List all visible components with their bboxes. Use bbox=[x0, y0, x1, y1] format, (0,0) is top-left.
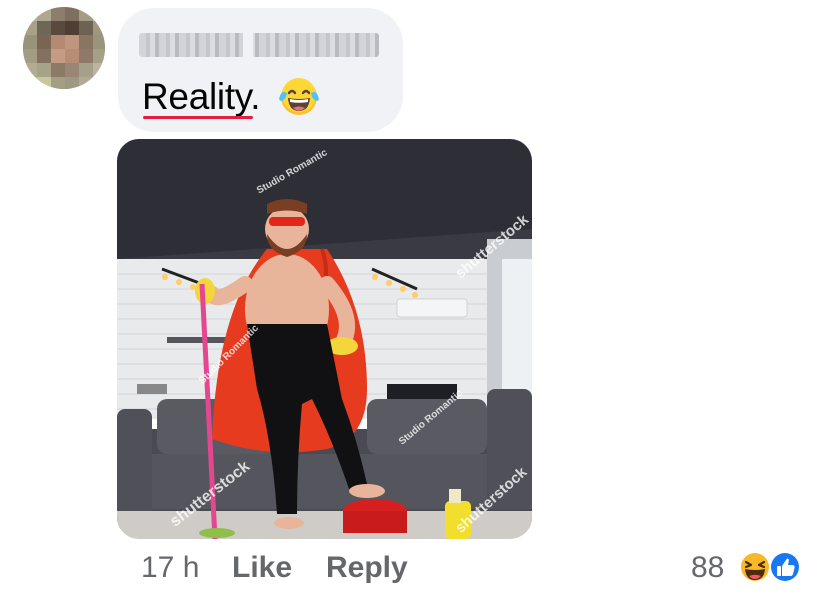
reactions-summary[interactable] bbox=[737, 548, 807, 586]
reaction-count[interactable]: 88 bbox=[691, 549, 724, 587]
face-with-tears-of-joy-icon bbox=[279, 78, 319, 115]
reply-button[interactable]: Reply bbox=[326, 549, 408, 587]
comment-text: Reality. bbox=[142, 76, 261, 117]
author-name-obscured[interactable] bbox=[139, 33, 379, 57]
comment-timestamp[interactable]: 17 h bbox=[141, 549, 199, 587]
author-name-gap bbox=[243, 31, 253, 59]
laughing-face-icon bbox=[739, 551, 771, 583]
spellcheck-underline bbox=[143, 116, 253, 119]
thumbs-up-icon bbox=[769, 551, 801, 583]
comment-bubble: Reality. bbox=[118, 8, 403, 132]
attached-photo[interactable]: Studio Romantic shutterstock Studio Roma… bbox=[117, 139, 532, 539]
like-button[interactable]: Like bbox=[232, 549, 292, 587]
photo-scene bbox=[117, 139, 532, 539]
reaction-icons bbox=[739, 551, 801, 583]
avatar[interactable] bbox=[23, 7, 105, 89]
